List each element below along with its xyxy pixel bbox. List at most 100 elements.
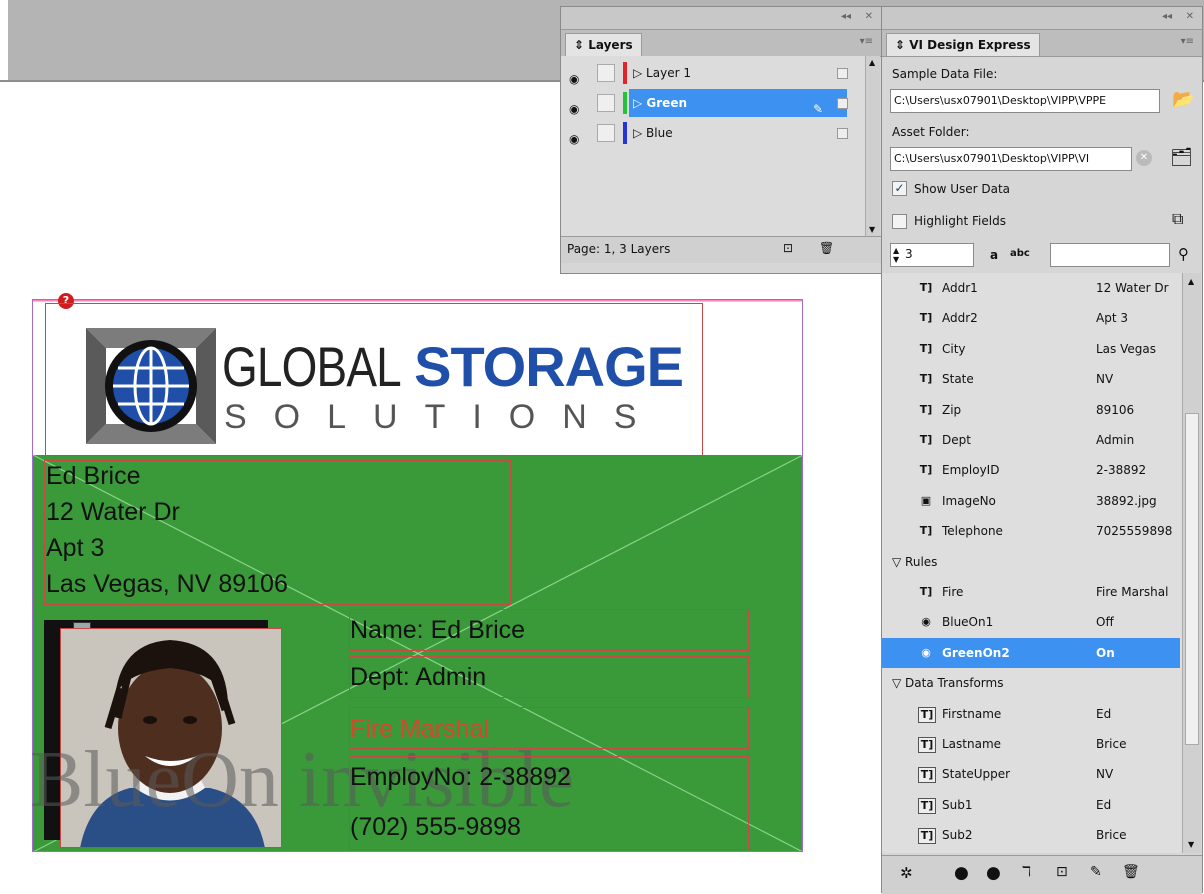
pen-tool-icon[interactable]: ✎	[1090, 864, 1102, 880]
transform-row[interactable]: T] Lastname Brice	[882, 729, 1180, 759]
data-field-row[interactable]: T] Addr2 Apt 3	[882, 303, 1180, 333]
open-folder-icon[interactable]: 📂	[1172, 89, 1194, 110]
text-field-icon: T]	[919, 311, 933, 325]
record-number: 3	[905, 247, 913, 261]
rule-value: On	[1096, 645, 1115, 660]
transform-value: Ed	[1096, 706, 1112, 721]
dept-line: Dept: Admin	[350, 663, 487, 691]
layer-label: ▷ Layer 1	[633, 66, 691, 80]
tab-label: Layers	[588, 38, 633, 52]
address-line-name: Ed Brice	[46, 462, 141, 490]
new-item-icon[interactable]: ⊡	[1056, 864, 1068, 880]
layer-target-square[interactable]	[837, 128, 848, 139]
delete-icon[interactable]: 🗑	[1122, 864, 1140, 880]
visibility-eye-icon[interactable]: ◉	[569, 95, 583, 116]
collapse-icon[interactable]: ◂◂	[1162, 11, 1172, 22]
transform-row[interactable]: T] Sub1 Ed	[882, 790, 1180, 820]
fire-marshal-line: Fire Marshal	[350, 715, 489, 743]
visibility-eye-icon[interactable]: ◉	[569, 65, 583, 86]
add-rule-icon[interactable]: ●	[954, 863, 969, 883]
copy-icon[interactable]: ⧉	[1172, 209, 1183, 229]
transform-row[interactable]: T] StateUpper NV	[882, 759, 1180, 789]
record-stepper[interactable]: ▲ ▼ 3	[890, 243, 974, 267]
layer-target-square[interactable]	[837, 68, 848, 79]
layers-scrollbar[interactable]: ▲ ▼	[865, 56, 880, 236]
text-field-icon: T]	[919, 463, 933, 477]
scroll-down-icon[interactable]: ▼	[869, 225, 875, 234]
whole-word-icon[interactable]: abc	[1010, 248, 1030, 259]
lock-toggle[interactable]	[597, 94, 615, 112]
layer-row-layer1[interactable]: ◉ ▷ Layer 1	[563, 59, 863, 87]
transform-row[interactable]: T] Sub2 Brice	[882, 820, 1180, 850]
show-user-data-label: Show User Data	[914, 182, 1011, 196]
data-field-row[interactable]: T] Telephone 7025559898	[882, 516, 1180, 546]
text-field-icon: T]	[919, 402, 933, 416]
rule-row[interactable]: T] Fire Fire Marshal	[882, 577, 1180, 607]
layer-row-green[interactable]: ◉ ▷ Green ✎	[563, 89, 863, 117]
layer-label: ▷ Blue	[633, 126, 673, 140]
text-field-tool-icon[interactable]: ℸ	[1022, 864, 1031, 880]
tab-layers[interactable]: ⇕ Layers	[565, 33, 642, 56]
layer-target-square[interactable]	[837, 98, 848, 109]
panel-menu-icon[interactable]: ▾≡	[1181, 36, 1194, 47]
lock-toggle[interactable]	[597, 124, 615, 142]
stepper-arrows-icon[interactable]: ▲ ▼	[893, 246, 899, 264]
data-field-row[interactable]: T] Dept Admin	[882, 425, 1180, 455]
layers-panel-titlebar[interactable]: ◂◂ ✕	[561, 7, 881, 30]
logo-wordmark: GLOBAL STORAGE	[222, 336, 684, 398]
vi-bottom-toolbar: ✲ ● ● ℸ ⊡ ✎ 🗑	[882, 855, 1202, 894]
vi-panel-titlebar[interactable]: ◂◂ ✕	[882, 7, 1202, 30]
data-field-value: 38892.jpg	[1096, 493, 1157, 508]
rule-row[interactable]: ◉ BlueOn1 Off	[882, 607, 1180, 637]
scroll-thumb[interactable]	[1185, 413, 1199, 745]
transforms-section-header[interactable]: ▽ Data Transforms	[892, 668, 1003, 698]
close-icon[interactable]: ✕	[1186, 11, 1194, 22]
close-icon[interactable]: ✕	[865, 11, 873, 22]
case-sensitive-icon[interactable]: a	[990, 248, 998, 262]
transform-name: Sub2	[942, 828, 973, 843]
lock-toggle[interactable]	[597, 64, 615, 82]
show-user-data-checkbox[interactable]: ✓	[892, 181, 907, 196]
transform-row[interactable]: T] Firstname Ed	[882, 699, 1180, 729]
clear-icon[interactable]: ✕	[1136, 150, 1152, 166]
transform-value: Ed	[1096, 797, 1112, 812]
search-input[interactable]	[1050, 243, 1170, 267]
data-field-row[interactable]: T] Zip 89106	[882, 395, 1180, 425]
transform-name: Lastname	[942, 737, 1002, 751]
transform-value: NV	[1096, 767, 1114, 782]
layer-color-swatch	[623, 92, 627, 114]
sample-data-path-input[interactable]: C:\Users\usx07901\Desktop\VIPP\VPPE	[890, 89, 1160, 113]
scroll-down-icon[interactable]: ▼	[1188, 840, 1194, 849]
vi-design-express-panel: ◂◂ ✕ ⇕ VI Design Express ▾≡ Sample Data …	[881, 6, 1203, 894]
rule-name: BlueOn1	[942, 615, 994, 630]
data-field-row[interactable]: T] EmployID 2-38892	[882, 455, 1180, 485]
tab-label: VI Design Express	[909, 38, 1031, 52]
trash-icon[interactable]: 🗑	[819, 241, 834, 255]
asset-folder-path-input[interactable]: C:\Users\usx07901\Desktop\VIPP\VI	[890, 147, 1132, 171]
rule-row[interactable]: ◉ GreenOn2 On	[882, 637, 1180, 668]
add-transform-icon[interactable]: ●	[986, 863, 1001, 883]
highlight-fields-checkbox[interactable]	[892, 214, 907, 229]
folder-browse-icon[interactable]: 🗂	[1170, 147, 1193, 168]
address-line-city: Las Vegas, NV 89106	[46, 570, 288, 598]
data-field-value: Apt 3	[1096, 311, 1128, 326]
data-field-row[interactable]: T] Addr1 12 Water Dr	[882, 273, 1180, 303]
rule-name: GreenOn2	[942, 645, 1010, 660]
data-list-scrollbar[interactable]: ▲ ▼	[1182, 273, 1201, 853]
new-layer-icon[interactable]: ⊡	[783, 241, 793, 255]
tab-vi-design-express[interactable]: ⇕ VI Design Express	[886, 33, 1040, 56]
data-field-row[interactable]: T] State NV	[882, 364, 1180, 394]
settings-gear-icon[interactable]: ✲	[900, 864, 913, 882]
search-icon[interactable]: ⚲	[1178, 245, 1189, 263]
scroll-up-icon[interactable]: ▲	[869, 58, 875, 67]
rule-value: Fire Marshal	[1096, 585, 1169, 599]
transform-value: Brice	[1096, 737, 1127, 751]
panel-menu-icon[interactable]: ▾≡	[860, 36, 873, 47]
data-field-row[interactable]: ▣ ImageNo 38892.jpg	[882, 486, 1180, 516]
rules-section-header[interactable]: ▽ Rules	[892, 547, 937, 577]
scroll-up-icon[interactable]: ▲	[1188, 277, 1194, 286]
collapse-icon[interactable]: ◂◂	[841, 11, 851, 22]
layer-row-blue[interactable]: ◉ ▷ Blue	[563, 119, 863, 147]
visibility-eye-icon[interactable]: ◉	[569, 125, 583, 146]
data-field-row[interactable]: T] City Las Vegas	[882, 334, 1180, 364]
